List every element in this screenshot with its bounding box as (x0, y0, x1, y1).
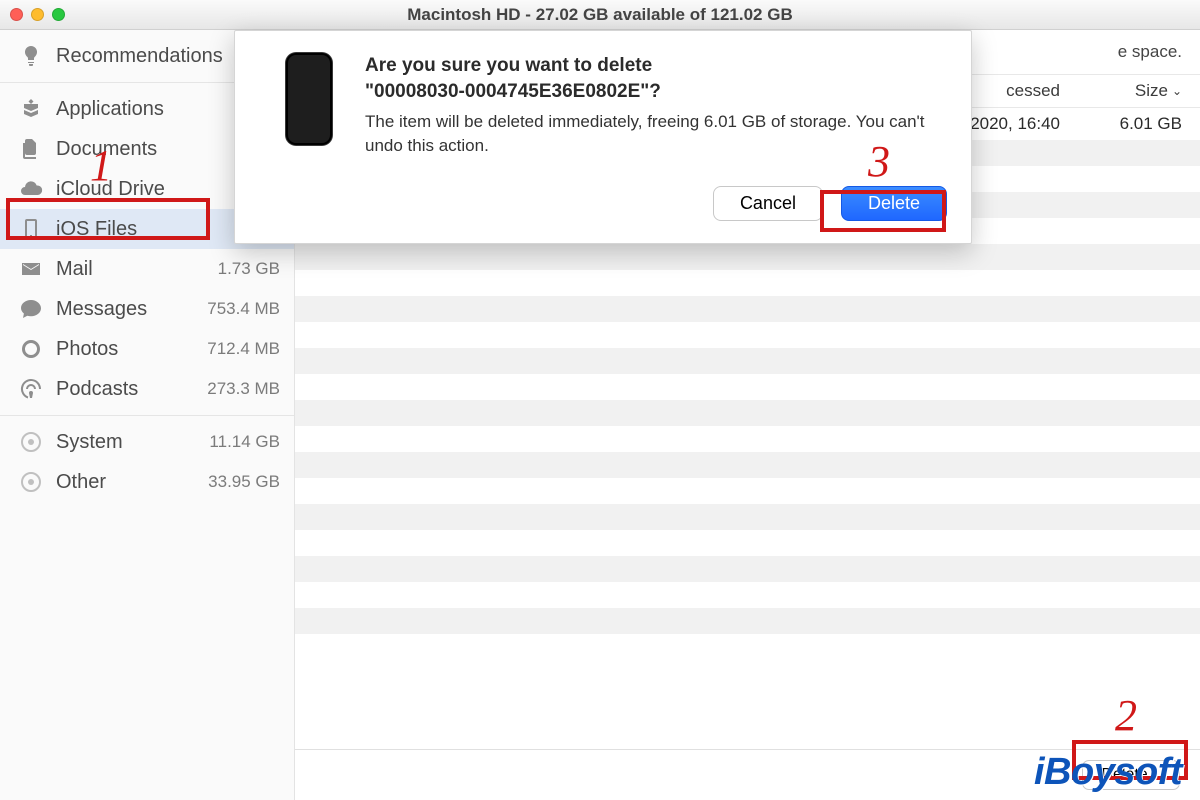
mail-icon (18, 256, 44, 282)
documents-icon (18, 136, 44, 162)
dialog-body-text: The item will be deleted immediately, fr… (365, 110, 947, 158)
sidebar-item-mail[interactable]: Mail 1.73 GB (0, 249, 294, 289)
photos-icon (18, 336, 44, 362)
lightbulb-icon (18, 43, 44, 69)
window-titlebar: Macintosh HD - 27.02 GB available of 121… (0, 0, 1200, 30)
sidebar-item-size: 1.73 GB (218, 259, 280, 279)
applications-icon (18, 96, 44, 122)
cancel-button[interactable]: Cancel (713, 186, 823, 221)
sidebar-item-system[interactable]: System 11.14 GB (0, 422, 294, 462)
column-size[interactable]: Size⌄ (1072, 81, 1182, 101)
confirm-delete-dialog: Are you sure you want to delete "0000803… (234, 30, 972, 244)
sidebar-item-other[interactable]: Other 33.95 GB (0, 462, 294, 502)
dialog-heading: Are you sure you want to delete "0000803… (365, 53, 947, 104)
watermark: iBoysoft (1034, 751, 1182, 794)
sidebar-item-size: 273.3 MB (207, 379, 280, 399)
other-icon (18, 469, 44, 495)
sidebar-item-size: 712.4 MB (207, 339, 280, 359)
cell-size: 6.01 GB (1072, 114, 1182, 134)
cloud-icon (18, 176, 44, 202)
iphone-icon (18, 216, 44, 242)
sidebar-item-size: 11.14 GB (209, 432, 280, 452)
sidebar-item-label: Mail (56, 258, 218, 281)
window-title: Macintosh HD - 27.02 GB available of 121… (0, 5, 1200, 25)
sidebar-item-messages[interactable]: Messages 753.4 MB (0, 289, 294, 329)
sidebar-item-label: Podcasts (56, 378, 207, 401)
chevron-down-icon: ⌄ (1172, 84, 1182, 98)
sidebar-item-photos[interactable]: Photos 712.4 MB (0, 329, 294, 369)
podcasts-icon (18, 376, 44, 402)
messages-icon (18, 296, 44, 322)
sidebar-item-label: Other (56, 471, 208, 494)
sidebar-item-size: 33.95 GB (208, 472, 280, 492)
sidebar-item-podcasts[interactable]: Podcasts 273.3 MB (0, 369, 294, 409)
sidebar-item-label: Messages (56, 298, 207, 321)
sidebar-item-label: System (56, 431, 209, 454)
system-icon (18, 429, 44, 455)
sidebar-item-label: Applications (56, 98, 261, 121)
dialog-iphone-icon (269, 53, 349, 221)
sidebar-item-label: Photos (56, 338, 207, 361)
delete-button[interactable]: Delete (841, 186, 947, 221)
sidebar-item-size: 753.4 MB (207, 299, 280, 319)
